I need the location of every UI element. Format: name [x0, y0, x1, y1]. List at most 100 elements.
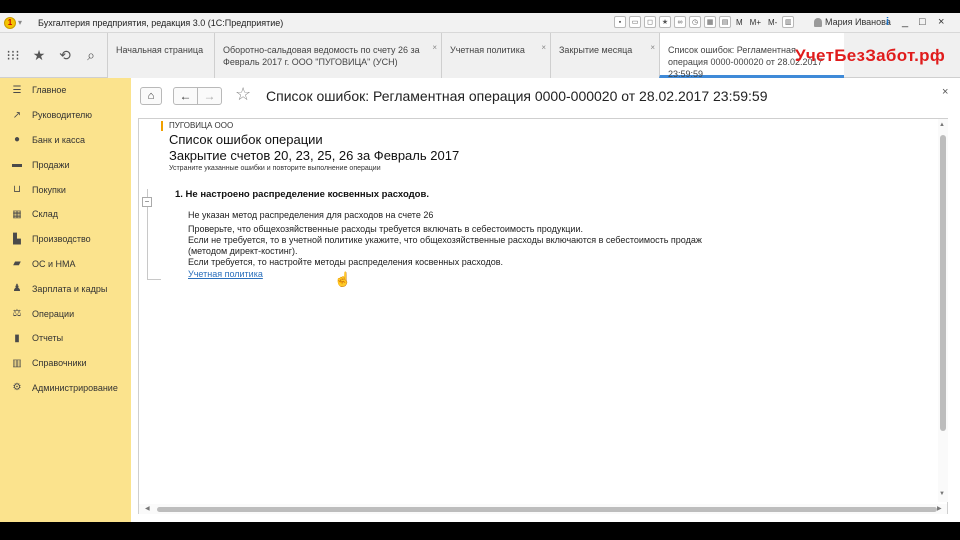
app-menu-arrow-icon[interactable]: ▾ — [18, 17, 28, 29]
tab-label: Оборотно-сальдовая ведомость по счету 26… — [223, 45, 420, 67]
sidebar-item-label: Главное — [32, 85, 67, 96]
sidebar-item-bank[interactable]: ● Банк и касса — [0, 128, 131, 153]
error-detail-line: Проверьте, что общехозяйственные расходы… — [188, 224, 583, 234]
horizontal-scroll-thumb[interactable] — [157, 507, 937, 512]
current-user[interactable]: Мария Иванова — [814, 17, 891, 27]
tab-accounting-policy[interactable]: Учетная политика × — [441, 33, 550, 78]
sidebar-item-reports[interactable]: ▮ Отчеты — [0, 326, 131, 351]
vertical-scroll-thumb[interactable] — [940, 135, 946, 431]
window-close-button[interactable]: × — [938, 16, 944, 28]
report-note: Устраните указанные ошибки и повторите в… — [169, 165, 381, 172]
sidebar-item-label: Производство — [32, 234, 91, 245]
sidebar-item-assets[interactable]: ▰ ОС и НМА — [0, 252, 131, 277]
sidebar-item-label: Руководителю — [32, 110, 93, 121]
sidebar-item-label: Зарплата и кадры — [32, 283, 108, 294]
books-icon: ▥ — [12, 357, 22, 369]
coin-icon: ● — [13, 134, 21, 146]
sidebar-item-purchases[interactable]: ⊔ Покупки — [0, 177, 131, 202]
collapse-group-icon[interactable]: − — [142, 197, 152, 207]
history-icon[interactable]: ⟲ — [52, 43, 78, 69]
sidebar-item-main[interactable]: ☰ Главное — [0, 78, 131, 103]
search-icon[interactable]: ⌕ — [78, 43, 104, 69]
print-icon[interactable]: ▭ — [629, 16, 641, 28]
nav-icons: ⁝⁝⁝ ★ ⟲ ⌕ — [0, 33, 107, 78]
letterbox-top — [0, 0, 960, 13]
close-icon[interactable]: × — [541, 42, 546, 54]
report-body: ПУГОВИЦА ООО Список ошибок операции Закр… — [161, 119, 941, 503]
favorite-icon[interactable]: ★ — [659, 16, 671, 28]
sidebar-item-label: ОС и НМА — [32, 258, 76, 269]
calendar-icon[interactable]: ▤ — [719, 16, 731, 28]
calculator-icon[interactable]: ▦ — [704, 16, 716, 28]
home-button[interactable]: ⌂ — [140, 87, 162, 105]
sidebar-item-catalogs[interactable]: ▥ Справочники — [0, 351, 131, 376]
tab-osv[interactable]: Оборотно-сальдовая ведомость по счету 26… — [214, 33, 441, 78]
hand-cursor-icon: ☝ — [334, 271, 352, 287]
close-icon[interactable]: × — [650, 42, 655, 54]
error-detail-line: Не указан метод распределения для расход… — [188, 210, 434, 220]
scroll-left-icon[interactable]: ◀ — [145, 505, 150, 512]
memory-m-button[interactable]: M — [734, 18, 745, 27]
close-form-icon[interactable]: × — [942, 86, 948, 98]
grid-icon[interactable]: ▥ — [782, 16, 795, 28]
memory-minus-button[interactable]: M- — [766, 18, 779, 27]
sidebar-item-production[interactable]: ▙ Производство — [0, 227, 131, 252]
sidebar-item-management[interactable]: ↗ Руководителю — [0, 103, 131, 128]
title-bar: 1 ▾ Бухгалтерия предприятия, редакция 3.… — [0, 13, 960, 33]
sidebar-item-label: Банк и касса — [32, 134, 85, 145]
sidebar-item-payroll[interactable]: ♟ Зарплата и кадры — [0, 276, 131, 301]
page-title: Список ошибок: Регламентная операция 000… — [266, 88, 768, 104]
sidebar-item-label: Склад — [32, 209, 59, 220]
window-maximize-button[interactable]: □ — [919, 16, 926, 28]
favorites-star-icon[interactable]: ★ — [26, 43, 52, 69]
tab-month-close[interactable]: Закрытие месяца × — [550, 33, 659, 78]
close-icon[interactable]: × — [432, 42, 437, 54]
sidebar-item-label: Отчеты — [32, 333, 64, 344]
person-icon: ♟ — [12, 283, 22, 295]
error-detail-line: (методом директ-костинг). — [188, 246, 298, 256]
error-detail-line: Если требуется, то настройте методы расп… — [188, 257, 503, 267]
accounting-policy-link[interactable]: Учетная политика — [188, 269, 263, 279]
watermark: УчетБезЗабот.рф — [795, 46, 946, 65]
memory-plus-button[interactable]: M+ — [748, 18, 763, 27]
operations-icon: ⚖ — [12, 308, 22, 320]
tab-home[interactable]: Начальная страница — [107, 33, 214, 78]
scroll-up-icon[interactable]: ▲ — [939, 122, 945, 128]
sidebar-item-label: Справочники — [32, 358, 87, 369]
app-logo-icon[interactable]: 1 — [4, 16, 16, 29]
horizontal-scrollbar[interactable]: ◀ ▶ — [139, 504, 947, 514]
report-heading: Список ошибок операции — [169, 132, 323, 147]
scroll-down-icon[interactable]: ▼ — [939, 491, 945, 497]
forward-button[interactable]: → — [197, 87, 222, 105]
user-icon — [814, 17, 822, 27]
save-icon[interactable]: ▪ — [614, 16, 626, 28]
back-button[interactable]: ← — [173, 87, 198, 105]
scroll-right-icon[interactable]: ▶ — [937, 505, 942, 512]
user-name: Мария Иванова — [825, 17, 891, 27]
sections-grid-icon[interactable]: ⁝⁝⁝ — [0, 43, 26, 69]
favorite-star-icon[interactable]: ☆ — [235, 84, 251, 105]
error-report: − ПУГОВИЦА ООО Список ошибок операции За… — [138, 118, 948, 514]
window-minimize-button[interactable]: _ — [902, 16, 908, 28]
cart-icon: ▬ — [12, 159, 22, 171]
sidebar-item-label: Покупки — [32, 184, 66, 195]
section-bar: ⁝⁝⁝ ★ ⟲ ⌕ Начальная страница Оборотно-са… — [0, 33, 960, 79]
info-icon[interactable]: i — [886, 16, 889, 28]
tab-label: Учетная политика — [450, 45, 525, 55]
tab-label: Начальная страница — [116, 45, 204, 55]
window-title: Бухгалтерия предприятия, редакция 3.0 (1… — [38, 17, 284, 28]
sidebar-item-sales[interactable]: ▬ Продажи — [0, 152, 131, 177]
warehouse-icon: ▦ — [12, 208, 22, 220]
main-area: ⌂ ← → ☆ Список ошибок: Регламентная опер… — [131, 78, 960, 522]
sidebar-item-operations[interactable]: ⚖ Операции — [0, 301, 131, 326]
sidebar-item-administration[interactable]: ⚙ Администрирование — [0, 376, 131, 401]
sidebar-item-warehouse[interactable]: ▦ Склад — [0, 202, 131, 227]
menu-icon: ☰ — [12, 84, 22, 96]
link-icon[interactable]: ∞ — [674, 16, 686, 28]
tab-label: Закрытие месяца — [559, 45, 633, 55]
open-tabs: Начальная страница Оборотно-сальдовая ве… — [107, 33, 844, 79]
preview-icon[interactable]: ◻ — [644, 16, 656, 28]
history-icon[interactable]: ◷ — [689, 16, 701, 28]
vertical-scrollbar[interactable]: ▲ ▼ — [938, 119, 948, 502]
error-title: 1. Не настроено распределение косвенных … — [175, 189, 429, 200]
